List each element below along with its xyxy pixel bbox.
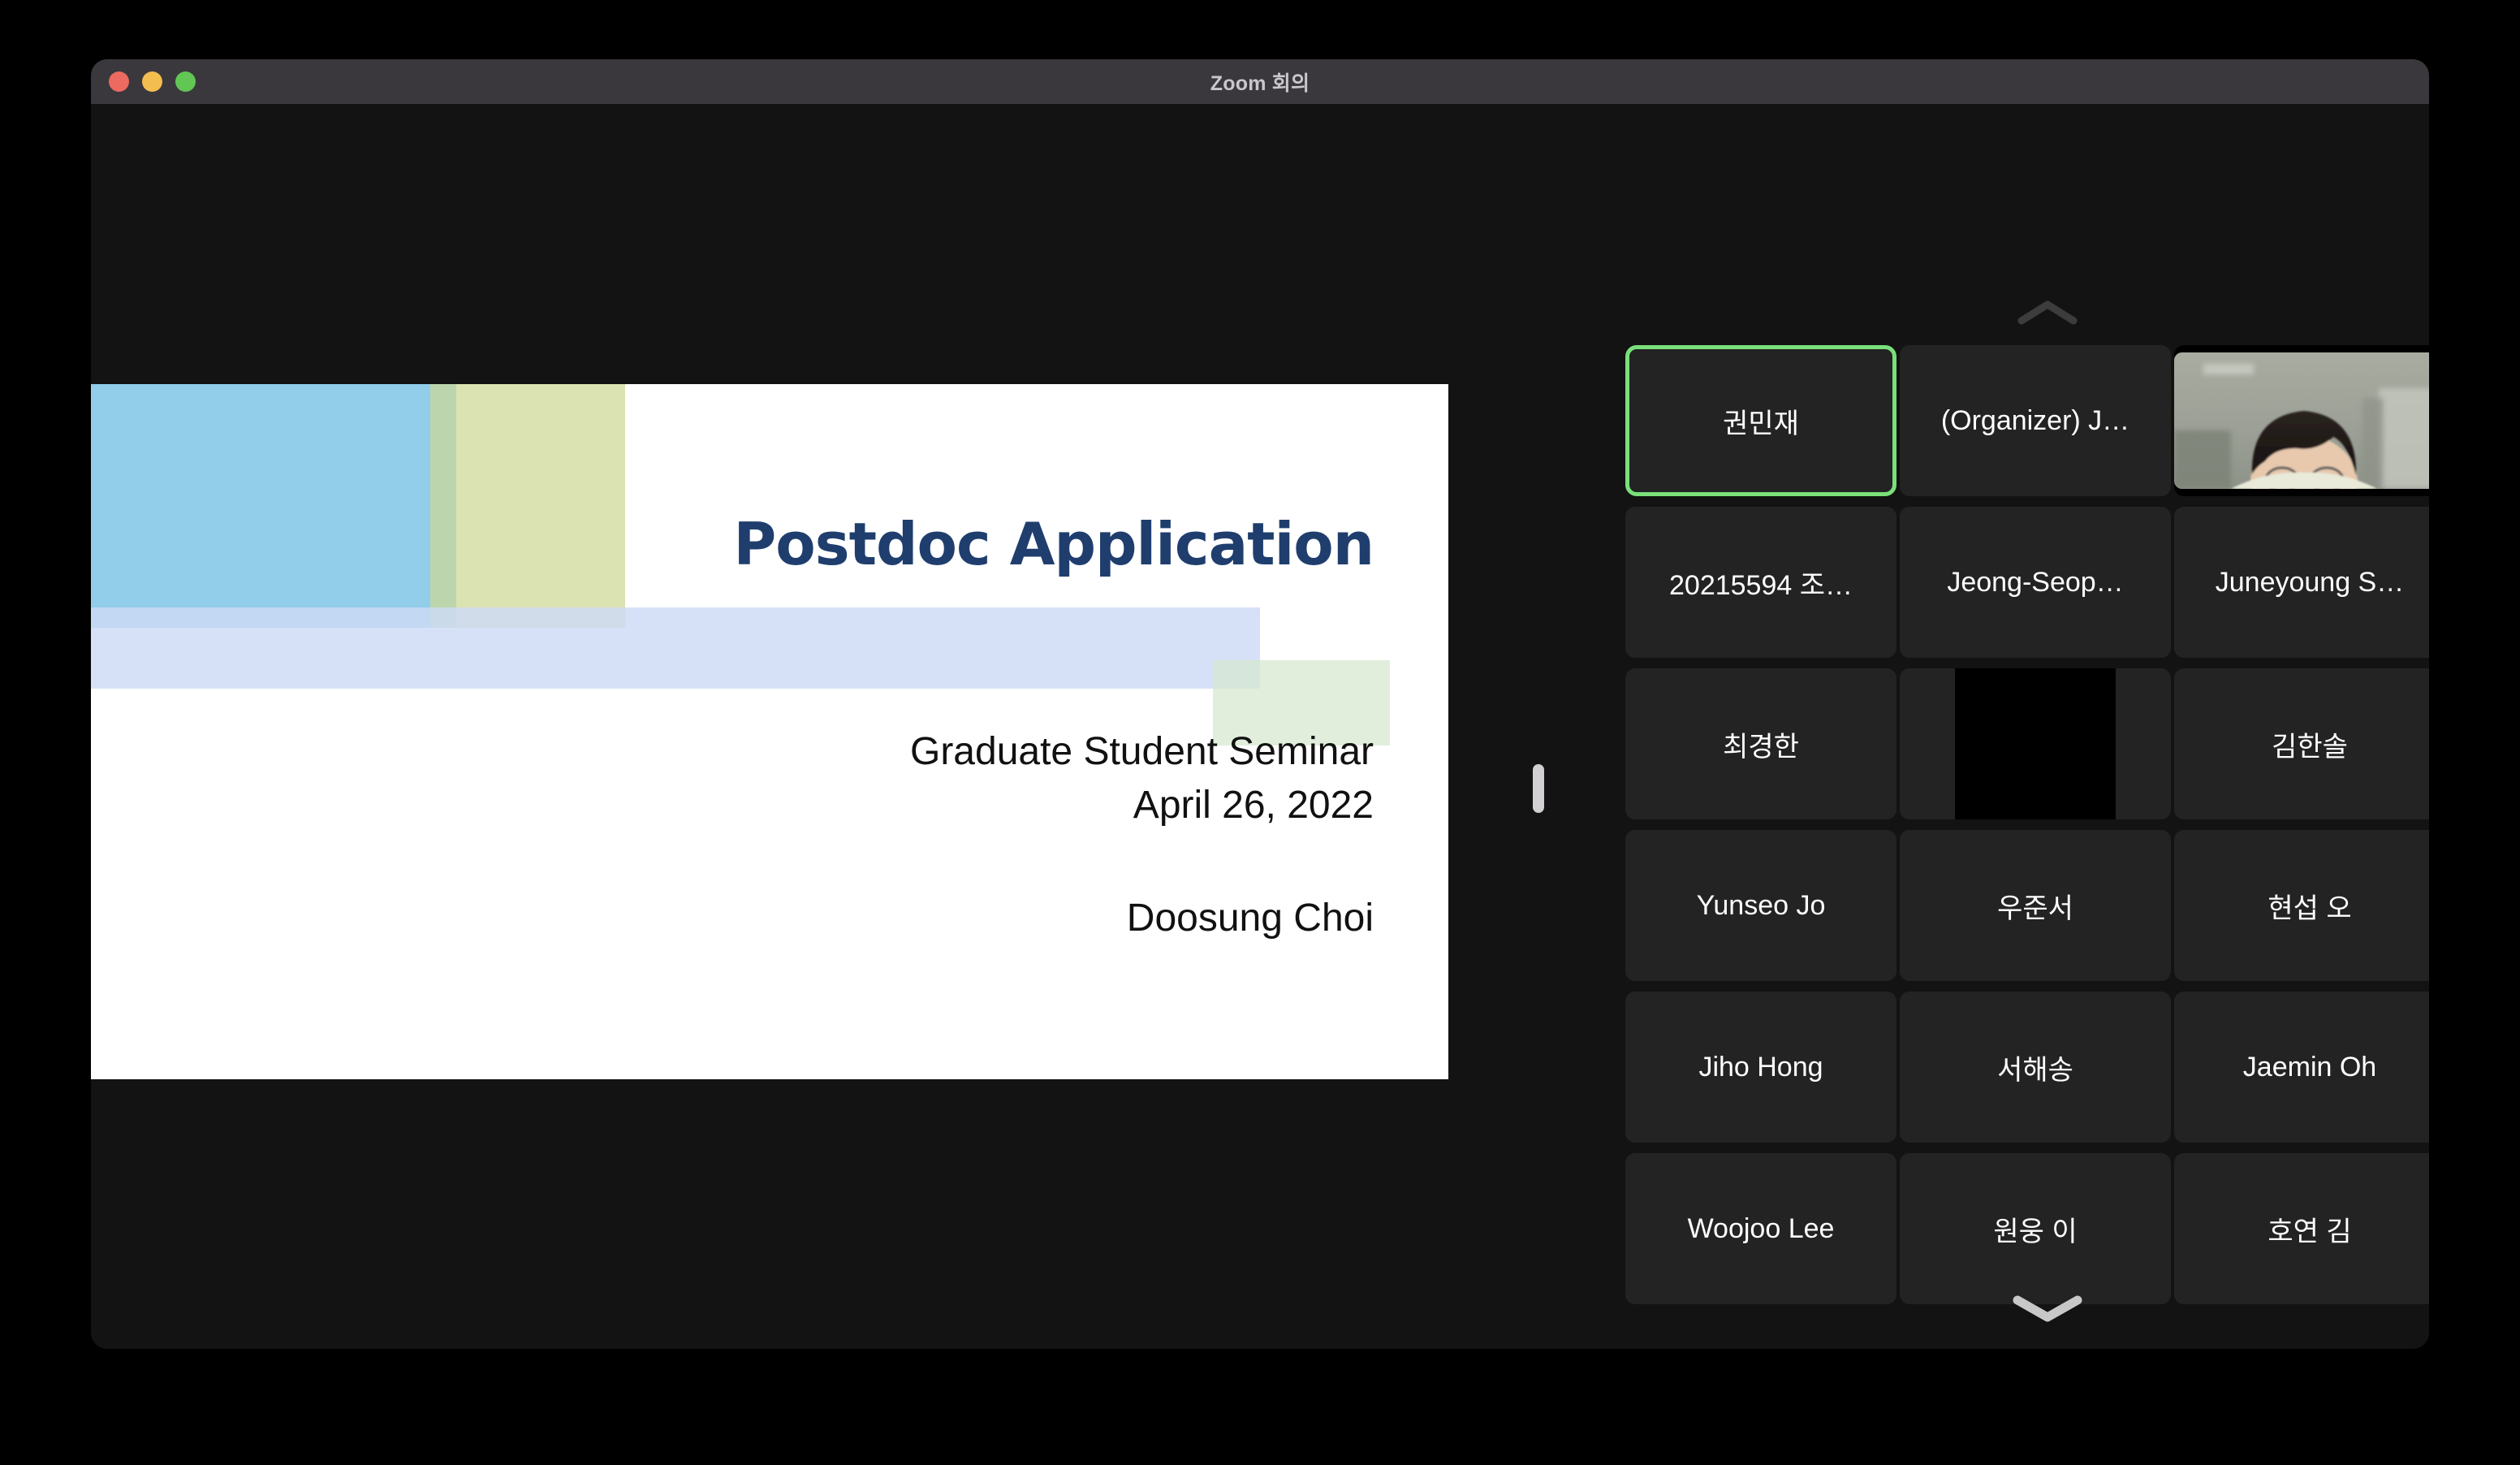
zoom-meeting-window: Zoom 회의 Postdoc Application Graduate Stu… [91, 59, 2429, 1349]
participant-name: 호연 김 [2268, 1216, 2352, 1247]
slide-decoration-olive-block [430, 384, 625, 628]
participant-video-feed-dark [1955, 668, 2116, 819]
presentation-slide: Postdoc Application Graduate Student Sem… [91, 384, 1448, 1079]
participant-name: Juneyoung S… [2215, 566, 2405, 598]
filmstrip-scroll-down-button[interactable] [1999, 1283, 2096, 1332]
participant-tile[interactable]: 원웅 이 [1900, 1153, 2171, 1304]
participant-filmstrip: 권민재 (Organizer) J… 20215594 조… Jeong-Seop… J… [1625, 104, 2429, 1349]
participant-name: 원웅 이 [1993, 1216, 2078, 1247]
participant-tile[interactable]: 우준서 [1900, 830, 2171, 981]
participant-name: (Organizer) J… [1940, 404, 2130, 436]
participant-tile[interactable] [2174, 345, 2429, 496]
slide-subtitle-line2: April 26, 2022 [1133, 784, 1374, 828]
participant-name: 김한솔 [2272, 731, 2348, 763]
participant-name: Jiho Hong [1698, 1051, 1823, 1083]
filmstrip-scroll-up-button[interactable] [1999, 292, 2096, 333]
participant-name: 권민재 [1723, 408, 1799, 439]
participant-tile[interactable]: Jaemin Oh [2174, 992, 2429, 1143]
slide-decoration-blue-block [91, 384, 456, 628]
participant-tile[interactable]: Juneyoung S… [2174, 507, 2429, 658]
shared-screen-area[interactable]: Postdoc Application Graduate Student Sem… [91, 104, 1544, 1349]
slide-title: Postdoc Application [733, 510, 1374, 578]
participant-tile[interactable]: 호연 김 [2174, 1153, 2429, 1304]
participant-tile[interactable]: 현섭 오 [2174, 830, 2429, 981]
participant-tile[interactable]: 20215594 조… [1625, 507, 1896, 658]
participant-name: Jaemin Oh [2242, 1051, 2377, 1083]
slide-subtitle-line1: Graduate Student Seminar [909, 730, 1374, 773]
participant-name: Yunseo Jo [1696, 889, 1826, 921]
close-window-button[interactable] [109, 71, 129, 92]
participant-name: 20215594 조… [1669, 569, 1853, 601]
slide-scrollbar-thumb[interactable] [1533, 764, 1544, 813]
participant-name: 현섭 오 [2268, 892, 2352, 924]
minimize-window-button[interactable] [142, 71, 162, 92]
slide-subtitle: Graduate Student Seminar April 26, 2022 [91, 725, 1374, 832]
participant-video-feed [2174, 352, 2429, 489]
participant-tile[interactable]: 서해송 [1900, 992, 2171, 1143]
participant-name: Jeong-Seop… [1947, 566, 2124, 598]
maximize-window-button[interactable] [175, 71, 196, 92]
window-controls [109, 59, 196, 104]
participant-tile[interactable]: Yunseo Jo [1625, 830, 1896, 981]
participant-tile[interactable]: 김한솔 [2174, 668, 2429, 819]
participant-tile[interactable]: Jeong-Seop… [1900, 507, 2171, 658]
participant-name: 서해송 [1997, 1054, 2073, 1086]
participant-tile[interactable]: Woojoo Lee [1625, 1153, 1896, 1304]
participant-tile-grid: 권민재 (Organizer) J… 20215594 조… Jeong-Seop… J… [1625, 345, 2429, 1312]
desktop-background: Zoom 회의 Postdoc Application Graduate Stu… [0, 0, 2520, 1465]
slide-presenter-name: Doosung Choi [1126, 897, 1374, 940]
participant-name: 우준서 [1997, 892, 2073, 924]
participant-tile[interactable]: 최경한 [1625, 668, 1896, 819]
meeting-body: Postdoc Application Graduate Student Sem… [91, 104, 2429, 1349]
slide-decoration-lavender-band [91, 607, 1260, 689]
participant-name: 최경한 [1723, 731, 1799, 763]
participant-tile[interactable]: (Organizer) J… [1900, 345, 2171, 496]
participant-name: Woojoo Lee [1687, 1212, 1835, 1244]
chevron-down-icon [2013, 1295, 2082, 1322]
participant-tile[interactable] [1900, 668, 2171, 819]
participant-tile[interactable]: Jiho Hong [1625, 992, 1896, 1143]
window-title: Zoom 회의 [1210, 71, 1310, 95]
window-titlebar[interactable]: Zoom 회의 [91, 59, 2429, 104]
chevron-up-icon [2017, 300, 2078, 325]
participant-tile[interactable]: 권민재 [1625, 345, 1896, 496]
